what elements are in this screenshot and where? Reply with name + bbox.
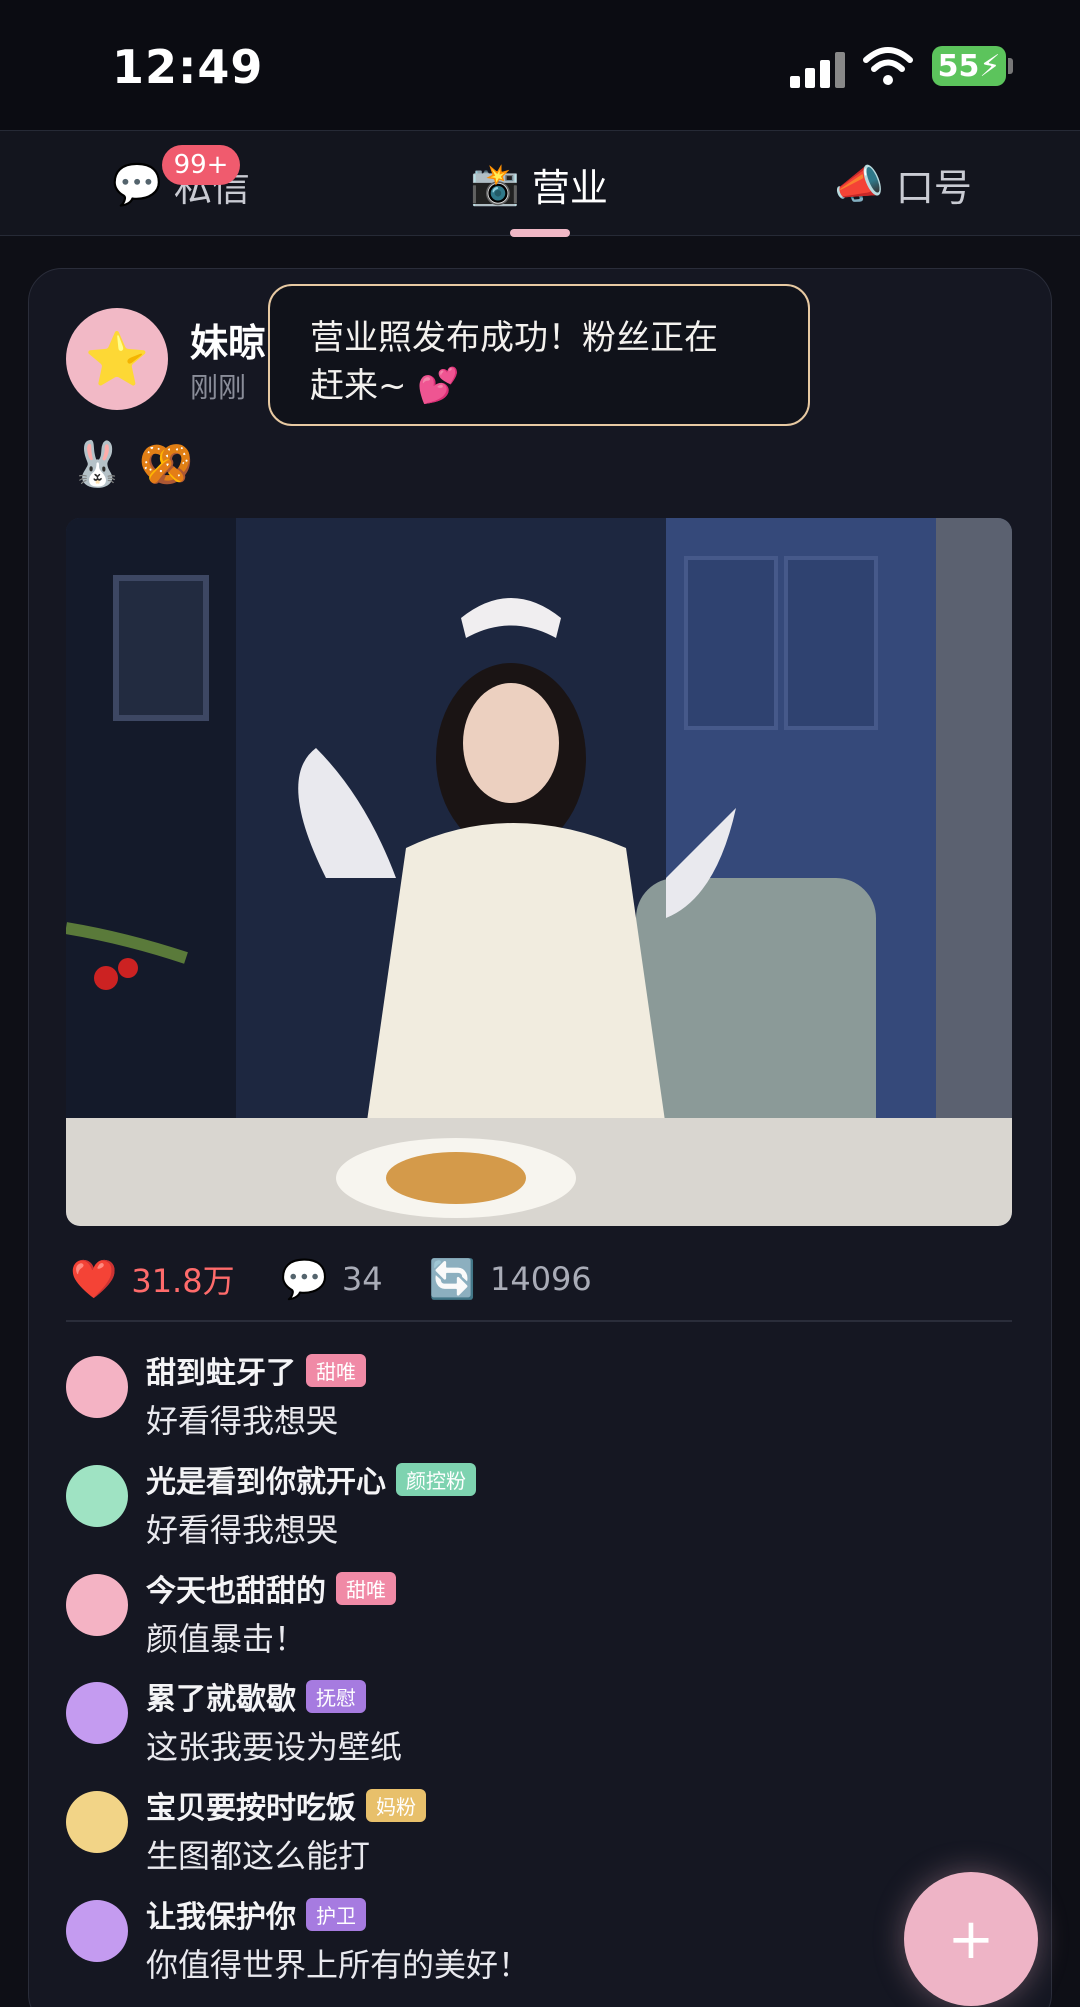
wifi-icon [863,47,913,85]
commenter-name: 宝贝要按时吃饭 妈粉 [146,1783,426,1827]
comment-item[interactable]: 今天也甜甜的 甜唯 颜值暴击！ [66,1566,1016,1674]
megaphone-icon: 📣 [834,161,884,208]
fan-tag: 抚慰 [306,1680,366,1713]
fan-tag: 甜唯 [306,1354,366,1387]
commenter-name: 今天也甜甜的 甜唯 [146,1566,396,1610]
post-photo[interactable] [66,518,1012,1226]
commenter-name-text: 光是看到你就开心 [146,1465,386,1500]
toast-line-2: 赶来~ 💕 [310,366,460,406]
comment-item[interactable]: 宝贝要按时吃饭 妈粉 生图都这么能打 [66,1783,1016,1891]
commenter-avatar [66,1900,128,1962]
commenter-avatar [66,1465,128,1527]
publish-success-toast: 营业照发布成功！粉丝正在 赶来~ 💕 [268,284,810,426]
tab-business-label: 营业 [531,165,608,210]
commenter-avatar [66,1574,128,1636]
commenter-name-text: 今天也甜甜的 [146,1574,326,1609]
new-post-button[interactable]: + [904,1872,1038,2006]
commenter-name-text: 累了就歇歇 [146,1682,296,1717]
camera-icon: 📸 [470,161,520,208]
fan-tag: 甜唯 [336,1572,396,1605]
status-bar: 12:49 55 ⚡ [0,0,1080,130]
battery-icon: 55 ⚡ [932,46,1006,86]
comment-item[interactable]: 累了就歇歇 抚慰 这张我要设为壁纸 [66,1674,1016,1782]
star-icon: ⭐ [84,329,150,390]
photo-illustration [66,518,1012,1226]
battery-level: 55 [937,48,980,84]
post-emojis: 🐰 🥨 [70,439,194,490]
tab-slogan[interactable]: 📣 口号 [834,131,972,237]
fan-tag: 妈粉 [366,1789,426,1822]
clock: 12:49 [112,40,264,94]
commenter-avatar [66,1791,128,1853]
heart-icon: ❤️ [70,1256,118,1301]
commenter-name: 甜到蛀牙了 甜唯 [146,1348,366,1392]
fan-tag: 颜控粉 [396,1463,476,1496]
stats-divider [66,1320,1012,1322]
comment-text: 你值得世界上所有的美好！ [146,1946,531,1984]
like-button[interactable]: ❤️ 31.8万 [70,1256,235,1302]
commenter-name: 让我保护你 护卫 [146,1892,366,1936]
plus-icon: + [947,1906,995,1972]
repost-button[interactable]: 🔄 14096 [429,1257,592,1302]
repost-icon: 🔄 [428,1256,476,1301]
commenter-avatar [66,1356,128,1418]
commenter-name-text: 甜到蛀牙了 [146,1356,296,1391]
comment-item[interactable]: 让我保护你 护卫 你值得世界上所有的美好！ [66,1892,1016,2000]
battery-tip [1008,58,1013,74]
chat-bubble-icon: 💬 [112,161,162,208]
comment-text: 好看得我想哭 [146,1511,339,1549]
commenter-name: 累了就歇歇 抚慰 [146,1674,366,1718]
post-stats: ❤️ 31.8万 💬 34 🔄 14096 [70,1254,638,1304]
tab-bar: 💬 私信 99+ 📸 营业 📣 口号 [0,130,1080,237]
tab-slogan-label: 口号 [895,165,972,210]
post-username[interactable]: 妹晾 [190,312,266,367]
active-tab-indicator [510,229,570,237]
repost-count: 14096 [489,1260,592,1298]
commenter-name: 光是看到你就开心 颜控粉 [146,1457,476,1501]
comment-count: 34 [341,1260,383,1298]
comment-text: 这张我要设为壁纸 [146,1728,403,1766]
commenter-avatar [66,1682,128,1744]
like-count: 31.8万 [131,1262,235,1300]
commenter-name-text: 宝贝要按时吃饭 [146,1791,356,1826]
user-avatar[interactable]: ⭐ [66,308,168,410]
comment-item[interactable]: 甜到蛀牙了 甜唯 好看得我想哭 [66,1348,1016,1456]
post-time: 刚刚 [190,371,247,404]
comment-button[interactable]: 💬 34 [281,1257,383,1302]
comment-text: 生图都这么能打 [146,1837,371,1875]
tab-business[interactable]: 📸 营业 [470,131,608,237]
comment-item[interactable]: 光是看到你就开心 颜控粉 好看得我想哭 [66,1457,1016,1565]
unread-badge: 99+ [162,145,240,185]
comment-text: 颜值暴击！ [146,1620,307,1658]
fan-tag: 护卫 [306,1898,366,1931]
comment-text: 好看得我想哭 [146,1402,339,1440]
toast-line-1: 营业照发布成功！粉丝正在 [310,318,718,358]
comment-icon: 💬 [280,1256,328,1301]
commenter-name-text: 让我保护你 [146,1900,296,1935]
cellular-signal-icon [790,50,846,88]
